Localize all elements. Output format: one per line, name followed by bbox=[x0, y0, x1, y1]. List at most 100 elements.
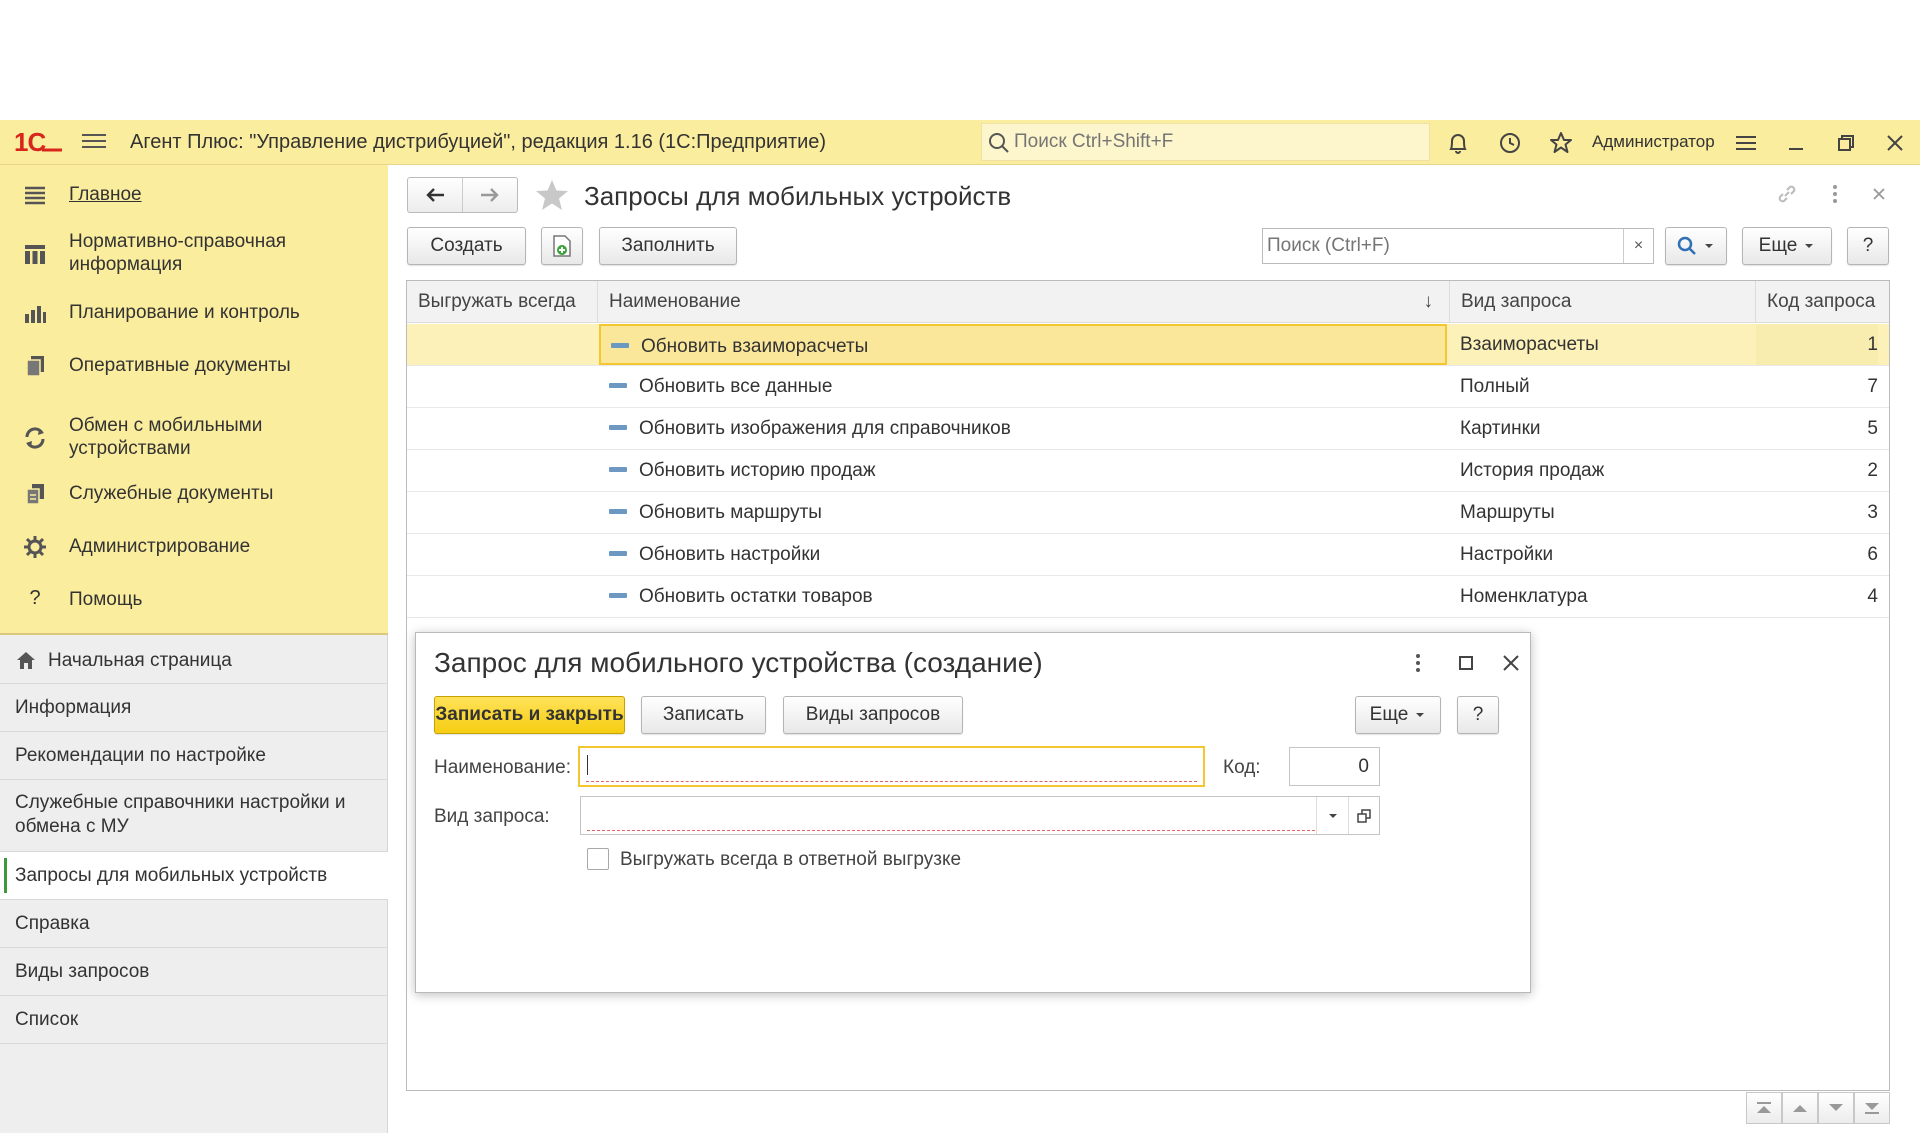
gear-icon bbox=[24, 536, 46, 558]
copy-button[interactable] bbox=[541, 227, 583, 265]
table-row[interactable]: Обновить настройки Настройки 6 bbox=[407, 534, 1889, 576]
list-search-input[interactable] bbox=[1267, 233, 1617, 259]
close-icon[interactable] bbox=[1882, 130, 1908, 156]
table-header: Выгружать всегда Наименование ↓ Вид запр… bbox=[407, 281, 1889, 323]
section-label: Служебные документы bbox=[69, 483, 274, 504]
scroll-up-button[interactable] bbox=[1782, 1092, 1818, 1124]
column-header-request-code[interactable]: Код запроса bbox=[1756, 281, 1889, 323]
table-row[interactable]: Обновить остатки товаров Номенклатура 4 bbox=[407, 576, 1889, 618]
nav-service-catalogs[interactable]: Служебные справочники настройки и обмена… bbox=[0, 780, 388, 852]
column-header-name[interactable]: Наименование ↓ bbox=[598, 281, 1450, 323]
add-document-icon bbox=[553, 235, 571, 257]
section-administration[interactable]: Администрирование bbox=[0, 527, 388, 567]
sort-desc-icon: ↓ bbox=[1423, 291, 1434, 312]
app-logo[interactable]: 1С bbox=[14, 127, 64, 157]
table-row[interactable]: Обновить изображения для справочников Ка… bbox=[407, 408, 1889, 450]
favorites-star-icon[interactable] bbox=[1548, 130, 1574, 156]
global-search[interactable] bbox=[981, 123, 1430, 161]
always-export-checkbox[interactable] bbox=[587, 848, 609, 870]
nav-request-types[interactable]: Виды запросов bbox=[0, 948, 388, 996]
section-reference-info[interactable]: Нормативно-справочная информация bbox=[0, 227, 388, 279]
request-types-button[interactable]: Виды запросов bbox=[783, 696, 963, 734]
section-mobile-exchange[interactable]: Обмен с мобильными устройствами bbox=[0, 411, 388, 463]
restore-icon[interactable] bbox=[1833, 130, 1859, 156]
settings-menu-icon[interactable] bbox=[1733, 130, 1759, 156]
section-help[interactable]: ? Помощь bbox=[0, 580, 388, 620]
nav-information[interactable]: Информация bbox=[0, 684, 388, 732]
nav-label: Виды запросов bbox=[15, 961, 150, 982]
chevron-down-icon bbox=[1829, 1104, 1843, 1111]
cell-type: Настройки bbox=[1460, 544, 1554, 565]
chevron-last-icon bbox=[1865, 1103, 1879, 1114]
main-menu-icon[interactable] bbox=[82, 130, 106, 154]
name-field[interactable] bbox=[578, 746, 1205, 787]
scroll-first-button[interactable] bbox=[1746, 1092, 1782, 1124]
cell-name: Обновить историю продаж bbox=[599, 450, 1447, 491]
forward-button[interactable] bbox=[463, 178, 517, 212]
help-button[interactable]: ? bbox=[1457, 696, 1499, 734]
fill-button[interactable]: Заполнить bbox=[599, 227, 737, 265]
row-name: Обновить настройки bbox=[639, 544, 821, 565]
scroll-last-button[interactable] bbox=[1854, 1092, 1890, 1124]
scroll-down-button[interactable] bbox=[1818, 1092, 1854, 1124]
section-main[interactable]: Главное bbox=[0, 175, 388, 215]
close-icon[interactable] bbox=[1499, 651, 1523, 675]
section-operational-docs[interactable]: Оперативные документы bbox=[0, 346, 388, 386]
search-icon bbox=[989, 133, 1009, 153]
table-row[interactable]: Обновить историю продаж История продаж 2 bbox=[407, 450, 1889, 492]
section-service-docs[interactable]: Служебные документы bbox=[0, 474, 388, 514]
cell-code: 4 bbox=[1867, 586, 1878, 607]
code-field[interactable]: 0 bbox=[1289, 747, 1380, 786]
page-title: Запросы для мобильных устройств bbox=[584, 181, 1012, 211]
table-row[interactable]: Обновить маршруты Маршруты 3 bbox=[407, 492, 1889, 534]
nav-reference[interactable]: Справка bbox=[0, 900, 388, 948]
more-button[interactable]: Еще bbox=[1742, 227, 1832, 265]
nav-list[interactable]: Список bbox=[0, 996, 388, 1044]
more-button[interactable]: Еще bbox=[1355, 696, 1441, 734]
column-header-request-type[interactable]: Вид запроса bbox=[1450, 281, 1756, 323]
catalog-item-icon bbox=[609, 592, 627, 598]
user-name[interactable]: Администратор bbox=[1592, 132, 1715, 152]
table-row[interactable]: Обновить все данные Полный 7 bbox=[407, 366, 1889, 408]
close-form-icon[interactable] bbox=[1868, 183, 1890, 205]
nav-setup-recommendations[interactable]: Рекомендации по настройке bbox=[0, 732, 388, 780]
nav-label: Начальная страница bbox=[48, 650, 232, 671]
request-type-open-button[interactable] bbox=[1348, 797, 1379, 834]
nav-label: Рекомендации по настройке bbox=[15, 745, 266, 766]
search-options-button[interactable] bbox=[1665, 227, 1727, 265]
global-search-input[interactable] bbox=[1014, 129, 1414, 155]
history-icon[interactable] bbox=[1497, 130, 1523, 156]
list-search[interactable]: × bbox=[1262, 228, 1654, 264]
create-button[interactable]: Создать bbox=[407, 227, 526, 265]
column-header-always-export[interactable]: Выгружать всегда bbox=[407, 281, 598, 323]
app-header: 1С Агент Плюс: "Управление дистрибуцией"… bbox=[0, 120, 1920, 165]
section-label: Главное bbox=[69, 184, 142, 205]
always-export-label[interactable]: Выгружать всегда в ответной выгрузке bbox=[620, 849, 961, 871]
maximize-icon[interactable] bbox=[1454, 651, 1478, 675]
nav-mobile-requests[interactable]: Запросы для мобильных устройств bbox=[0, 852, 388, 900]
catalog-item-icon bbox=[609, 508, 627, 514]
clear-search-button[interactable]: × bbox=[1623, 229, 1653, 263]
1c-logo-icon: 1С bbox=[14, 127, 62, 157]
request-type-dropdown-button[interactable] bbox=[1316, 797, 1348, 834]
save-button[interactable]: Записать bbox=[641, 696, 766, 734]
catalog-item-icon bbox=[609, 550, 627, 556]
save-and-close-button[interactable]: Записать и закрыть bbox=[434, 696, 625, 734]
cell-code: 1 bbox=[1756, 324, 1878, 365]
back-button[interactable] bbox=[408, 178, 463, 212]
section-planning[interactable]: Планирование и контроль bbox=[0, 293, 388, 333]
link-icon[interactable] bbox=[1776, 183, 1798, 205]
more-vertical-icon[interactable] bbox=[1824, 183, 1846, 205]
nav-label: Справка bbox=[15, 913, 90, 934]
bell-icon[interactable] bbox=[1445, 130, 1471, 156]
cell-name: Обновить изображения для справочников bbox=[599, 408, 1447, 449]
search-icon bbox=[1677, 236, 1696, 255]
table-row[interactable]: Обновить взаиморасчеты Взаиморасчеты 1 bbox=[407, 324, 1889, 366]
request-type-field[interactable] bbox=[580, 796, 1380, 835]
favorite-star-icon[interactable] bbox=[534, 178, 570, 212]
nav-home-page[interactable]: Начальная страница bbox=[0, 637, 388, 684]
help-button[interactable]: ? bbox=[1847, 227, 1889, 265]
more-vertical-icon[interactable] bbox=[1406, 651, 1430, 675]
cell-name: Обновить все данные bbox=[599, 366, 1447, 407]
minimize-icon[interactable] bbox=[1783, 130, 1809, 156]
